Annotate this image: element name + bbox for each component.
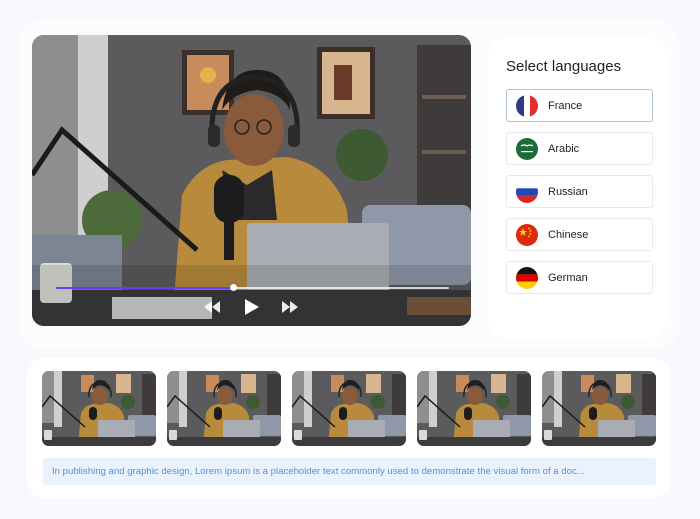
language-panel-title: Select languages	[506, 58, 622, 75]
thumbnail-1[interactable]	[42, 371, 156, 446]
language-option-arabic[interactable]: Arabic	[506, 132, 653, 165]
language-label: Arabic	[548, 142, 580, 155]
fast-forward-icon[interactable]	[282, 301, 298, 313]
thumbnail-2[interactable]	[167, 371, 281, 446]
video-player[interactable]	[32, 35, 471, 326]
progress-fill	[56, 287, 233, 289]
language-option-russian[interactable]: Russian	[506, 175, 653, 208]
video-frame	[32, 35, 471, 326]
flag-france-icon	[516, 94, 538, 117]
flag-saudi-arabia-icon	[516, 137, 538, 160]
language-label: France	[548, 99, 583, 112]
caption-text: In publishing and graphic design, Lorem …	[52, 466, 585, 477]
language-label: Russian	[548, 185, 588, 198]
thumbnail-3[interactable]	[292, 371, 406, 446]
caption-box[interactable]: In publishing and graphic design, Lorem …	[43, 458, 656, 485]
language-label: German	[548, 271, 588, 284]
language-option-france[interactable]: France	[506, 89, 653, 122]
flag-russia-icon	[516, 180, 538, 203]
thumbnail-5[interactable]	[542, 371, 656, 446]
progress-bar[interactable]	[56, 284, 449, 291]
language-label: Chinese	[548, 228, 589, 241]
language-panel: Select languages France Arabic Russian C…	[488, 38, 666, 338]
playback-controls	[202, 297, 302, 317]
thumbnail-4[interactable]	[417, 371, 531, 446]
flag-china-icon	[516, 223, 538, 246]
language-option-chinese[interactable]: Chinese	[506, 218, 653, 251]
language-option-german[interactable]: German	[506, 261, 653, 294]
rewind-icon[interactable]	[204, 301, 220, 313]
progress-thumb[interactable]	[229, 284, 237, 291]
flag-germany-icon	[516, 266, 538, 289]
play-icon[interactable]	[244, 298, 260, 316]
